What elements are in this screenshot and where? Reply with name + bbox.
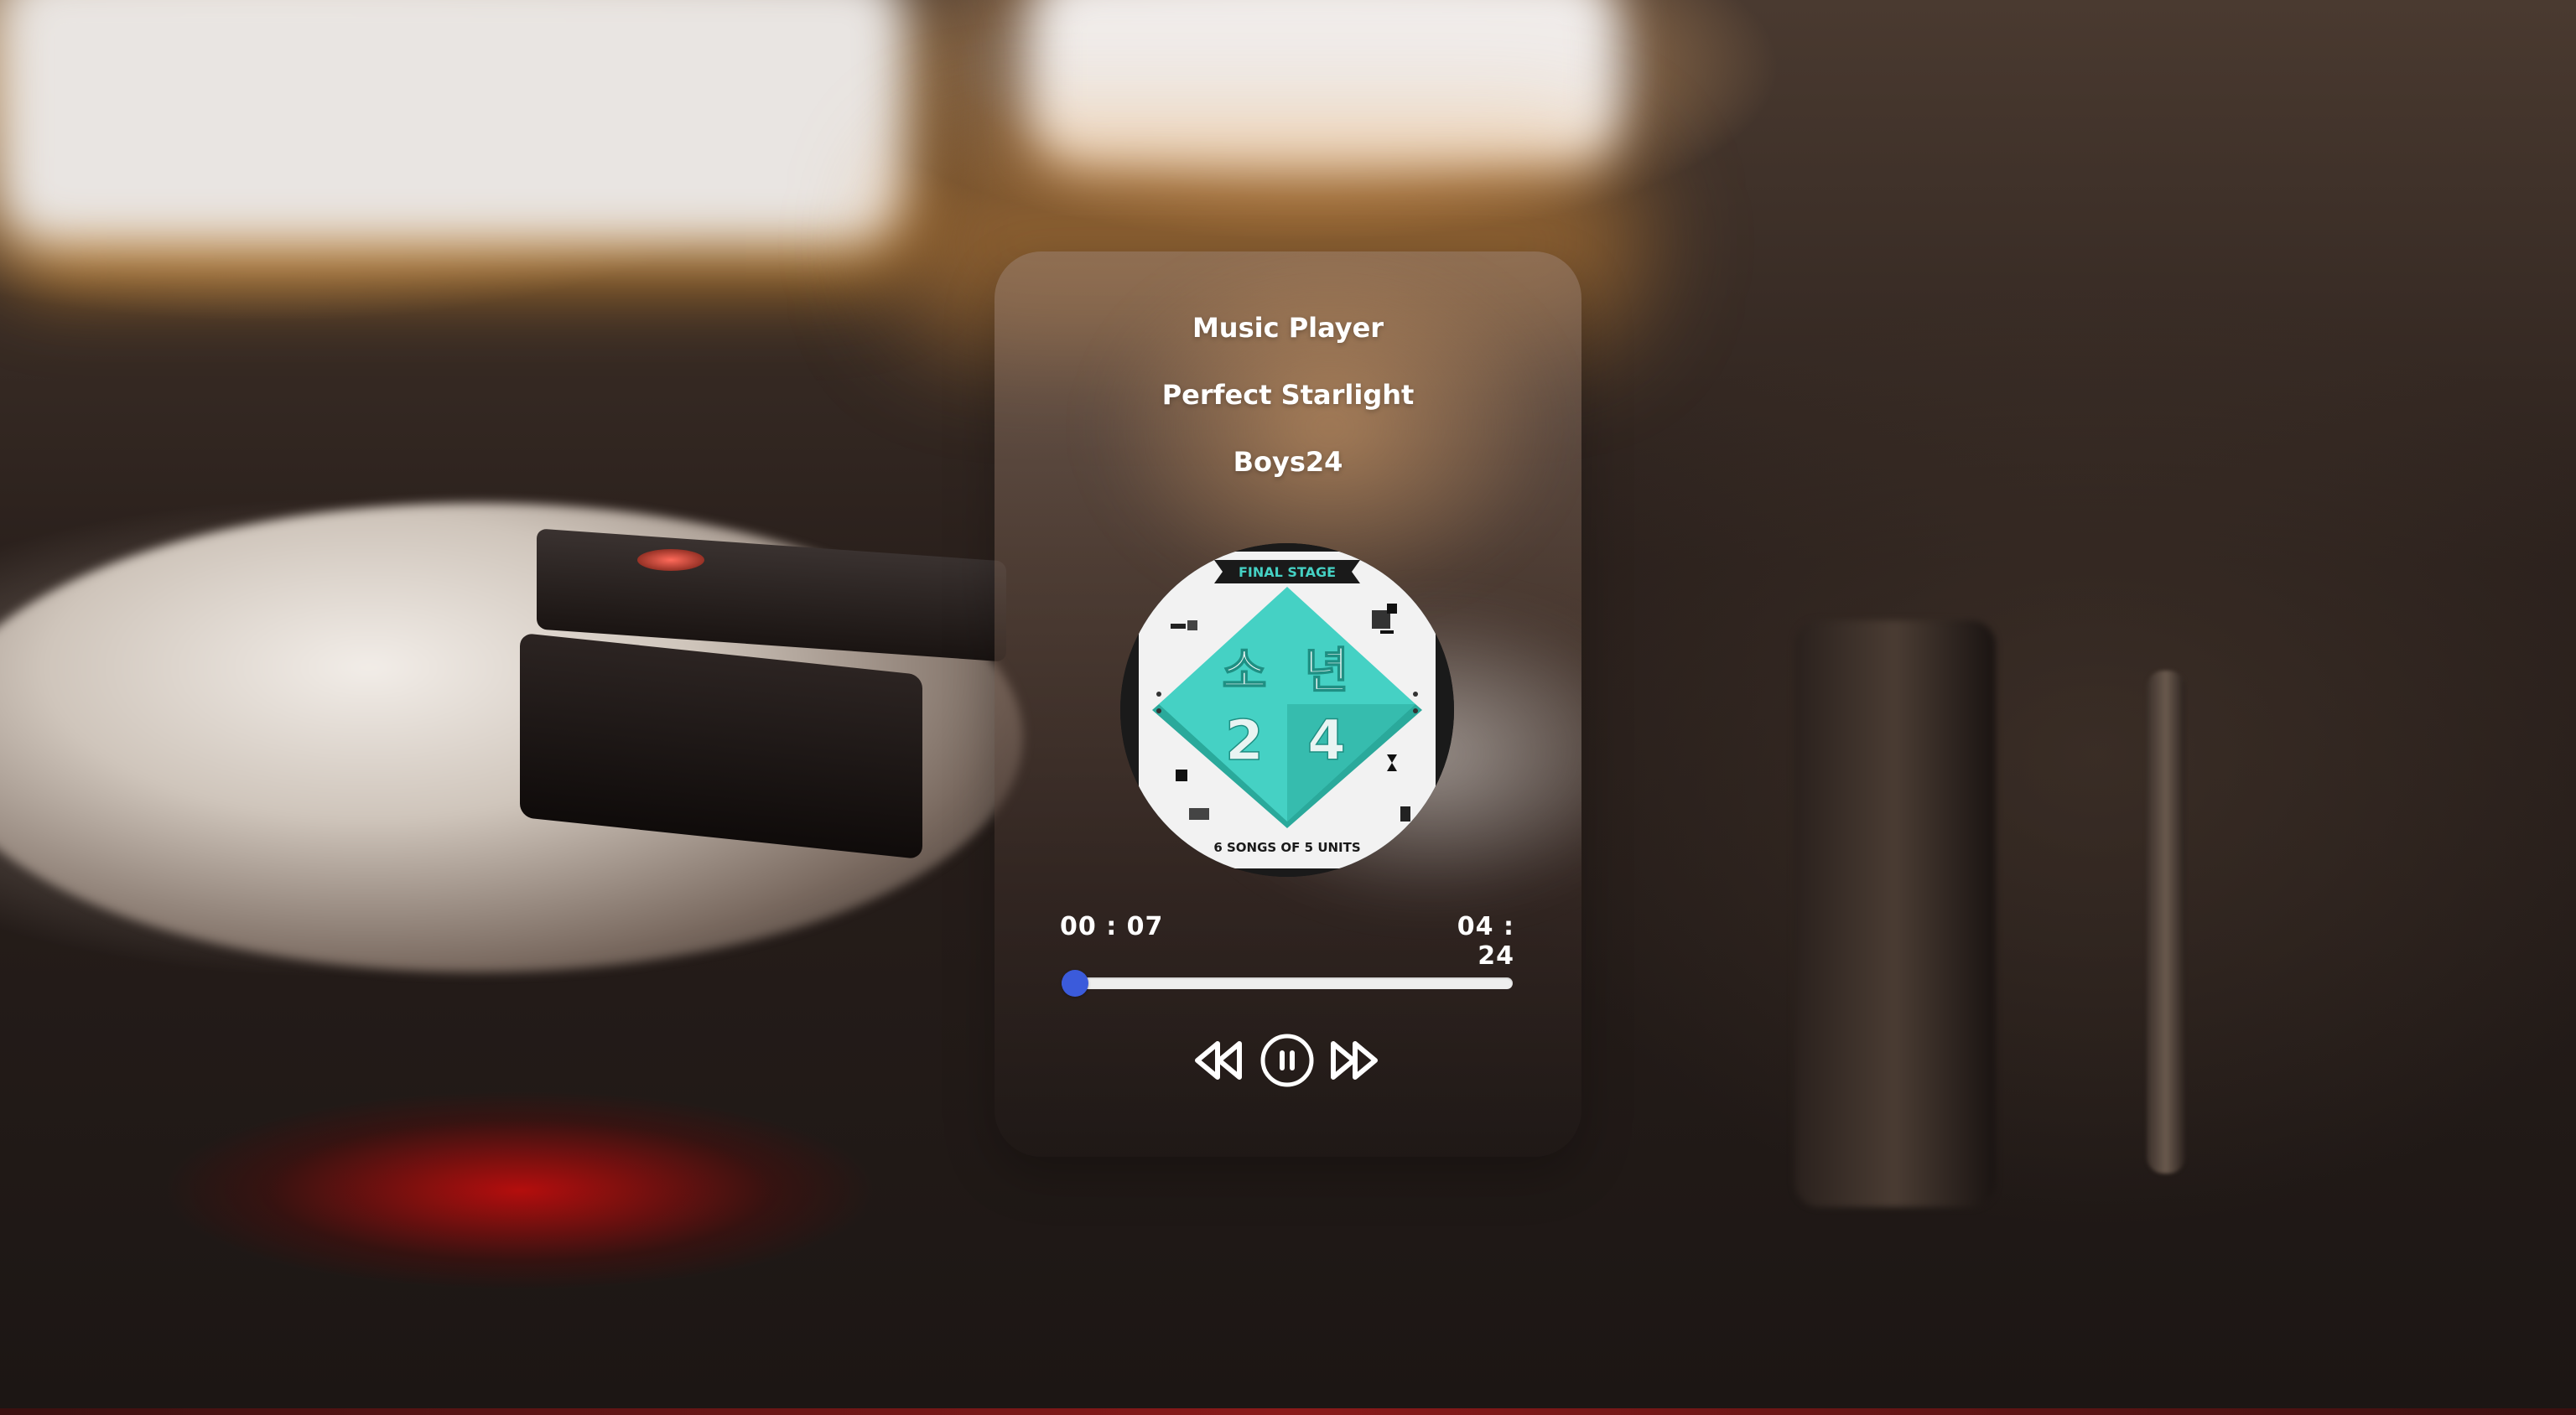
- rewind-icon: [1195, 1041, 1242, 1080]
- album-caption: 6 SONGS OF 5 UNITS: [1213, 840, 1360, 855]
- background-tonearm-right: [1794, 620, 1996, 1207]
- total-time: 04 : 24: [1457, 912, 1514, 971]
- background-window-light: [0, 0, 906, 243]
- album-glyph: 소: [1222, 642, 1266, 699]
- current-time: 00 : 07: [1060, 912, 1164, 941]
- app-window: Music Player Perfect Starlight Boys24 FI…: [0, 0, 2576, 1415]
- play-pause-button[interactable]: [1259, 1033, 1315, 1088]
- pause-icon: [1260, 1034, 1314, 1087]
- album-deco: [1400, 806, 1410, 822]
- fast-forward-icon: [1331, 1041, 1378, 1080]
- background-stripe: [0, 1408, 2576, 1415]
- album-deco: [1171, 624, 1186, 629]
- artist-name: Boys24: [1233, 446, 1343, 478]
- album-deco: [1187, 620, 1197, 630]
- background-post: [2147, 671, 2185, 1174]
- album-banner-text: FINAL STAGE: [1239, 564, 1336, 580]
- background-knob: [637, 549, 704, 571]
- album-deco: [1413, 708, 1418, 713]
- album-deco: [1156, 692, 1161, 697]
- album-deco: [1380, 630, 1394, 634]
- album-deco: [1189, 808, 1209, 820]
- album-deco: [1176, 770, 1187, 781]
- album-glyph: 2: [1225, 708, 1264, 773]
- album-deco: [1387, 604, 1397, 614]
- album-art: FINAL STAGE 소 년 2 4 6 SONGS OF 5 UNITS: [1120, 543, 1454, 877]
- previous-button[interactable]: [1191, 1033, 1246, 1088]
- album-deco: [1156, 708, 1161, 713]
- next-button[interactable]: [1327, 1033, 1382, 1088]
- album-deco: [1413, 692, 1418, 697]
- album-glyph: 년: [1304, 642, 1348, 699]
- progress-slider[interactable]: [1062, 970, 1513, 997]
- song-title: Perfect Starlight: [1161, 379, 1415, 411]
- progress-thumb[interactable]: [1062, 970, 1088, 997]
- album-glyph: 4: [1307, 708, 1346, 773]
- app-title: Music Player: [1192, 312, 1384, 344]
